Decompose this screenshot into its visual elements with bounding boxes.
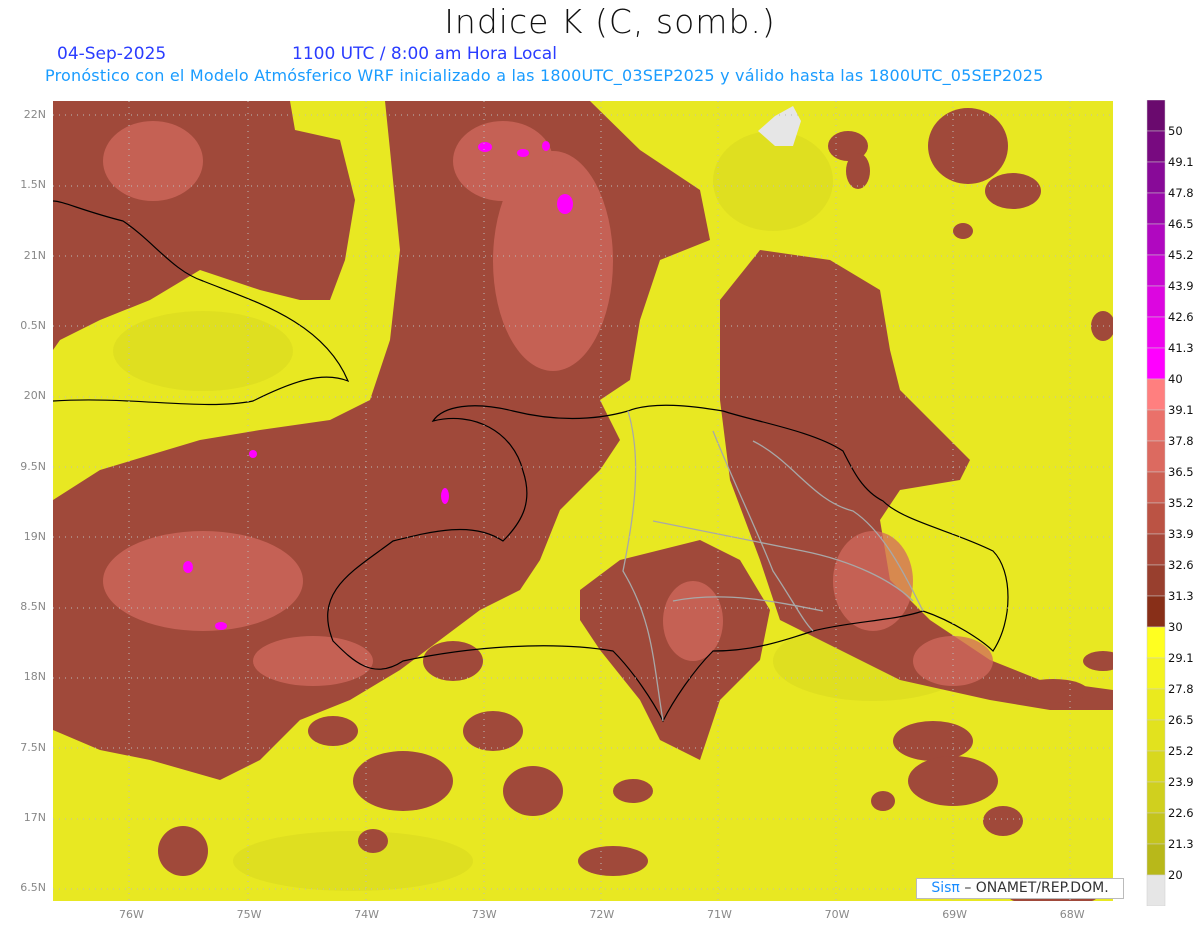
colorbar-swatch — [1146, 533, 1166, 566]
colorbar-swatch — [1146, 626, 1166, 659]
colorbar-label: 47.8 — [1168, 186, 1194, 200]
colorbar-swatch — [1146, 750, 1166, 783]
lon-label: 76W — [119, 908, 144, 921]
forecast-date: 04-Sep-2025 — [57, 44, 167, 64]
colorbar-label: 41.3 — [1168, 341, 1194, 355]
colorbar-swatch — [1146, 874, 1166, 906]
colorbar-label: 30 — [1168, 620, 1183, 634]
map-title: Indice K (C, somb.) — [444, 2, 776, 41]
colorbar-swatch — [1146, 843, 1166, 876]
colorbar-label: 25.2 — [1168, 744, 1194, 758]
colorbar-swatch — [1146, 378, 1166, 411]
colorbar-label: 27.8 — [1168, 682, 1194, 696]
colorbar-label: 32.6 — [1168, 558, 1194, 572]
lon-label: 70W — [824, 908, 850, 921]
lon-label: 75W — [236, 908, 262, 921]
colorbar-label: 49.1 — [1168, 155, 1194, 169]
colorbar-swatch — [1146, 502, 1166, 535]
colorbar-label: 35.2 — [1168, 496, 1194, 510]
colorbar-swatch — [1146, 812, 1166, 845]
colorbar-label: 36.5 — [1168, 465, 1194, 479]
lat-label: 19N — [23, 529, 46, 543]
colorbar-label: 37.8 — [1168, 434, 1194, 448]
lon-label: 72W — [589, 908, 615, 921]
colorbar-swatch — [1146, 347, 1166, 380]
lat-label: 9.5N — [20, 459, 46, 473]
credit-box: Sisπ – ONAMET/REP.DOM. — [916, 878, 1124, 899]
colorbar-label: 22.6 — [1168, 806, 1194, 820]
colorbar-label: 23.9 — [1168, 775, 1194, 789]
colorbar-swatch — [1146, 657, 1166, 690]
colorbar-swatch — [1146, 719, 1166, 752]
colorbar-label: 39.1 — [1168, 403, 1194, 417]
lon-label: 69W — [942, 908, 968, 921]
lat-label: 6.5N — [20, 881, 46, 895]
lon-label: 74W — [354, 908, 380, 921]
colorbar-swatch — [1146, 223, 1166, 256]
colorbar-label: 33.9 — [1168, 527, 1194, 541]
colorbar-swatch — [1146, 161, 1166, 194]
lon-label: 68W — [1059, 908, 1085, 921]
colorbar-label: 46.5 — [1168, 217, 1194, 231]
colorbar-swatch — [1146, 254, 1166, 287]
lat-label: 22N — [23, 108, 46, 121]
lat-label: 7.5N — [20, 740, 46, 754]
lat-label: 0.5N — [20, 318, 46, 332]
model-subtitle: Pronóstico con el Modelo Atmósferico WRF… — [45, 66, 1044, 85]
colorbar-swatch — [1146, 564, 1166, 597]
colorbar-swatch — [1146, 285, 1166, 318]
lat-label: 8.5N — [20, 600, 46, 614]
colorbar-label: 26.5 — [1168, 713, 1194, 727]
lat-label: 17N — [23, 811, 46, 824]
credit-text: – ONAMET/REP.DOM. — [964, 880, 1109, 896]
lat-label: 1.5N — [20, 178, 46, 192]
colorbar-label: 29.1 — [1168, 651, 1194, 665]
colorbar-label: 31.3 — [1168, 589, 1194, 603]
colorbar-label: 20 — [1168, 868, 1183, 882]
sispi-logo: Sisπ — [931, 880, 960, 896]
lon-label: 71W — [707, 908, 732, 921]
colorbar-swatch — [1146, 781, 1166, 814]
colorbar-swatch — [1146, 192, 1166, 225]
colorbar-swatch — [1146, 100, 1166, 132]
lon-label: 73W — [471, 908, 497, 921]
colorbar-swatch — [1146, 440, 1166, 473]
colorbar-swatch — [1146, 316, 1166, 349]
colorbar-swatch — [1146, 409, 1166, 442]
forecast-time: 1100 UTC / 8:00 am Hora Local — [292, 44, 557, 64]
lat-label: 18N — [23, 670, 46, 684]
colorbar-label: 43.9 — [1168, 279, 1194, 293]
colorbar-swatch — [1146, 130, 1166, 163]
lat-label: 21N — [23, 248, 46, 262]
colorbar-label: 50 — [1168, 124, 1183, 138]
colorbar-label: 42.6 — [1168, 310, 1194, 324]
k-index-map — [53, 101, 1113, 901]
colorbar-swatch — [1146, 595, 1166, 628]
colorbar-label: 40 — [1168, 372, 1183, 386]
colorbar-label: 21.3 — [1168, 837, 1194, 851]
colorbar-swatch — [1146, 688, 1166, 721]
colorbar-swatch — [1146, 471, 1166, 504]
lat-label: 20N — [23, 389, 46, 403]
colorbar-label: 45.2 — [1168, 248, 1194, 262]
colorbar — [1146, 100, 1166, 906]
